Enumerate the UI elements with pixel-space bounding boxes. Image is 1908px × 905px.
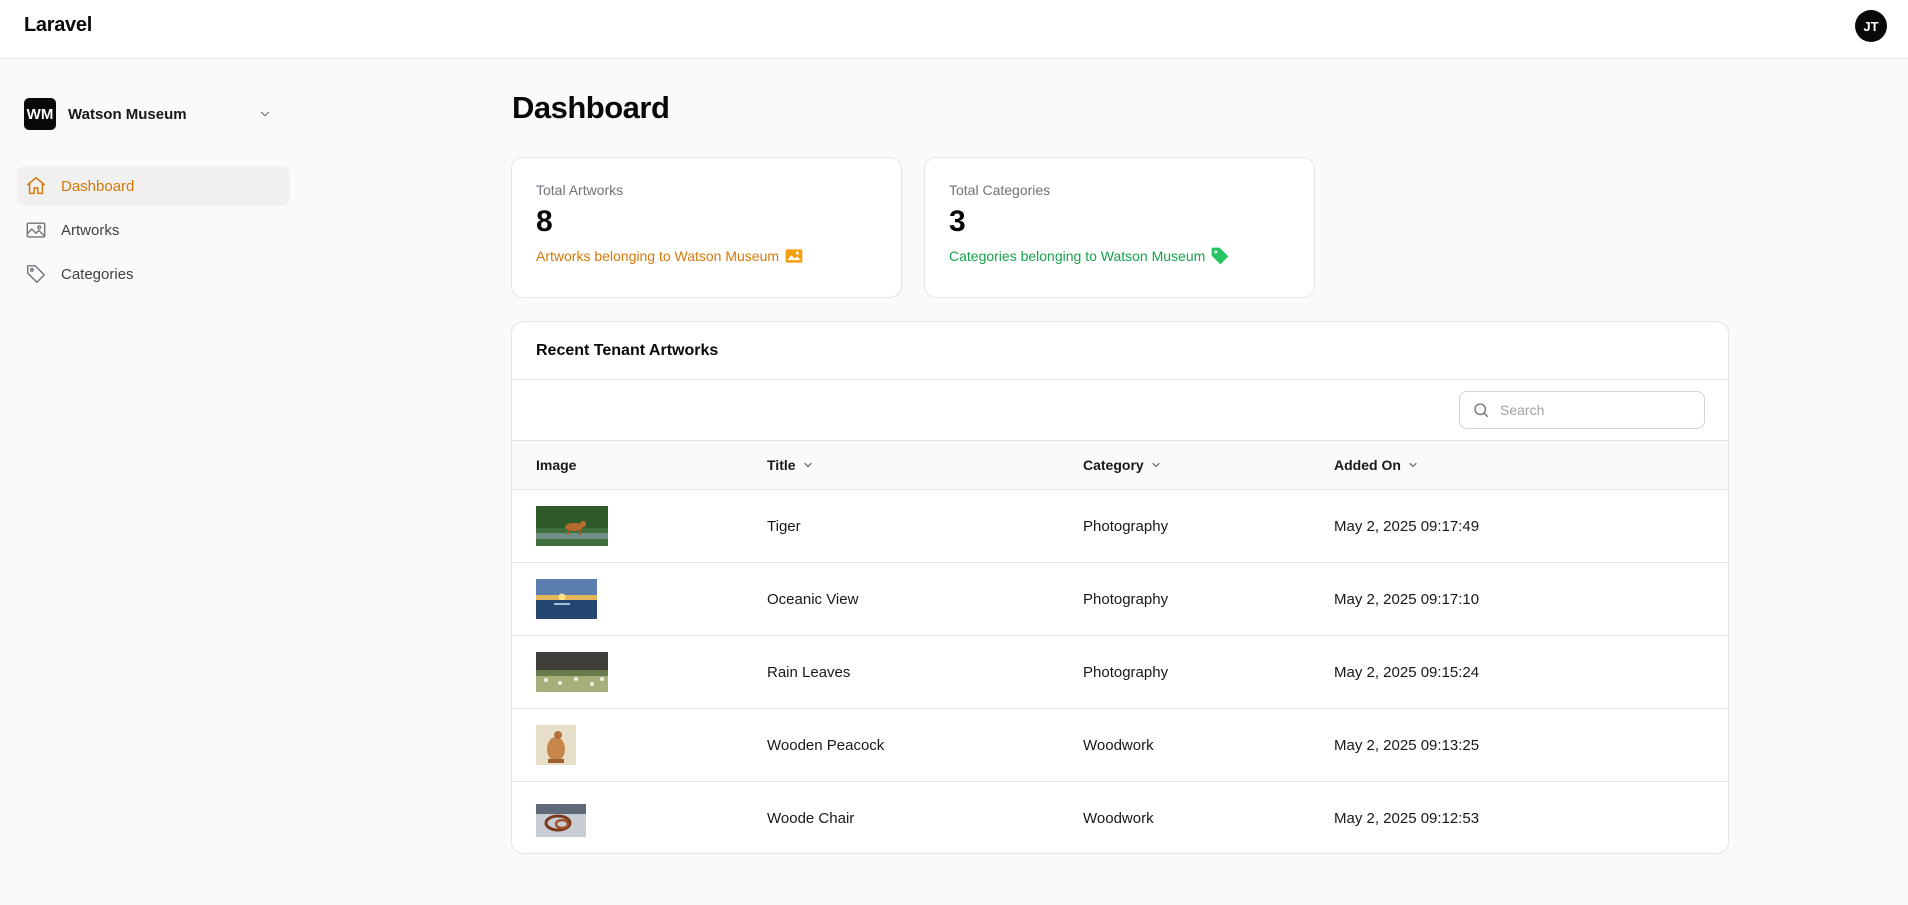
table-toolbar	[512, 380, 1728, 441]
tag-icon	[1211, 247, 1229, 265]
sidebar-item-label: Artworks	[61, 221, 120, 239]
artwork-added-on: May 2, 2025 09:15:24	[1334, 664, 1480, 681]
stat-description: Categories belonging to Watson Museum	[949, 246, 1290, 266]
artwork-added-on: May 2, 2025 09:13:25	[1334, 737, 1480, 754]
artwork-title[interactable]: Oceanic View	[767, 591, 858, 608]
column-header-category[interactable]: Category	[1083, 457, 1162, 473]
sidebar-item-label: Dashboard	[61, 177, 135, 195]
artwork-thumbnail	[536, 579, 597, 619]
column-label: Category	[1083, 457, 1144, 473]
user-avatar[interactable]: JT	[1855, 10, 1887, 42]
tag-icon	[27, 265, 45, 283]
artwork-title[interactable]: Woode Chair	[767, 810, 854, 827]
brand-logo[interactable]: Laravel	[24, 14, 92, 37]
artwork-title[interactable]: Tiger	[767, 518, 801, 535]
page-title: Dashboard	[512, 90, 670, 125]
table-row[interactable]: Wooden Peacock Woodwork May 2, 2025 09:1…	[512, 709, 1728, 782]
artwork-title[interactable]: Rain Leaves	[767, 664, 850, 681]
artwork-added-on: May 2, 2025 09:17:10	[1334, 591, 1480, 608]
artwork-thumbnail	[536, 725, 576, 765]
artwork-added-on: May 2, 2025 09:12:53	[1334, 810, 1480, 827]
tenant-avatar: WM	[24, 98, 56, 130]
stat-card-categories: Total Categories 3 Categories belonging …	[924, 157, 1315, 298]
artwork-thumbnail	[536, 506, 608, 546]
column-header-added-on[interactable]: Added On	[1334, 457, 1419, 473]
photo-icon	[785, 249, 803, 263]
top-bar: Laravel JT	[0, 0, 1908, 59]
stat-value: 8	[536, 205, 553, 238]
tenant-name: Watson Museum	[68, 105, 187, 123]
recent-artworks-table: Recent Tenant Artworks Image Title Categ…	[511, 321, 1729, 854]
table-row[interactable]: Rain Leaves Photography May 2, 2025 09:1…	[512, 636, 1728, 709]
home-icon	[27, 177, 45, 195]
artwork-category: Photography	[1083, 664, 1169, 681]
artwork-thumbnail	[536, 652, 608, 692]
column-header-title[interactable]: Title	[767, 457, 814, 473]
column-label: Title	[767, 457, 796, 473]
table-header: Image Title Category Added On	[512, 441, 1728, 490]
sidebar-nav: Dashboard Artworks Categories	[17, 166, 290, 298]
chevron-down-icon	[1409, 462, 1417, 468]
search-input[interactable]	[1500, 402, 1690, 418]
artwork-category: Photography	[1083, 591, 1169, 608]
column-label: Added On	[1334, 457, 1401, 473]
search-icon	[1474, 403, 1489, 418]
artwork-category: Photography	[1083, 518, 1169, 535]
sidebar-item-label: Categories	[61, 265, 134, 283]
search-box[interactable]	[1459, 391, 1705, 429]
sidebar-item-categories[interactable]: Categories	[17, 254, 290, 294]
column-header-image: Image	[536, 457, 576, 473]
table-row[interactable]: Tiger Photography May 2, 2025 09:17:49	[512, 490, 1728, 563]
artwork-title[interactable]: Wooden Peacock	[767, 737, 884, 754]
stat-description-text: Artworks belonging to Watson Museum	[536, 248, 780, 264]
column-label: Image	[536, 457, 577, 473]
chevron-down-icon	[1152, 462, 1160, 468]
chevron-down-icon	[803, 462, 812, 468]
chevron-down-icon	[260, 111, 270, 117]
artwork-added-on: May 2, 2025 09:17:49	[1334, 518, 1480, 535]
tenant-switcher[interactable]: WM Watson Museum	[24, 98, 280, 130]
artwork-category: Woodwork	[1083, 737, 1154, 754]
artwork-thumbnail	[536, 804, 586, 837]
stat-label: Total Artworks	[536, 182, 624, 198]
table-heading: Recent Tenant Artworks	[512, 322, 1728, 380]
sidebar-item-artworks[interactable]: Artworks	[17, 210, 290, 250]
stat-description: Artworks belonging to Watson Museum	[536, 246, 877, 266]
sidebar-item-dashboard[interactable]: Dashboard	[17, 166, 290, 206]
stat-label: Total Categories	[949, 182, 1051, 198]
stat-card-artworks: Total Artworks 8 Artworks belonging to W…	[511, 157, 902, 298]
table-row[interactable]: Woode Chair Woodwork May 2, 2025 09:12:5…	[512, 782, 1728, 853]
stat-value: 3	[949, 205, 966, 238]
table-row[interactable]: Oceanic View Photography May 2, 2025 09:…	[512, 563, 1728, 636]
stat-description-text: Categories belonging to Watson Museum	[949, 248, 1206, 264]
artwork-category: Woodwork	[1083, 810, 1154, 827]
image-icon	[26, 222, 46, 238]
